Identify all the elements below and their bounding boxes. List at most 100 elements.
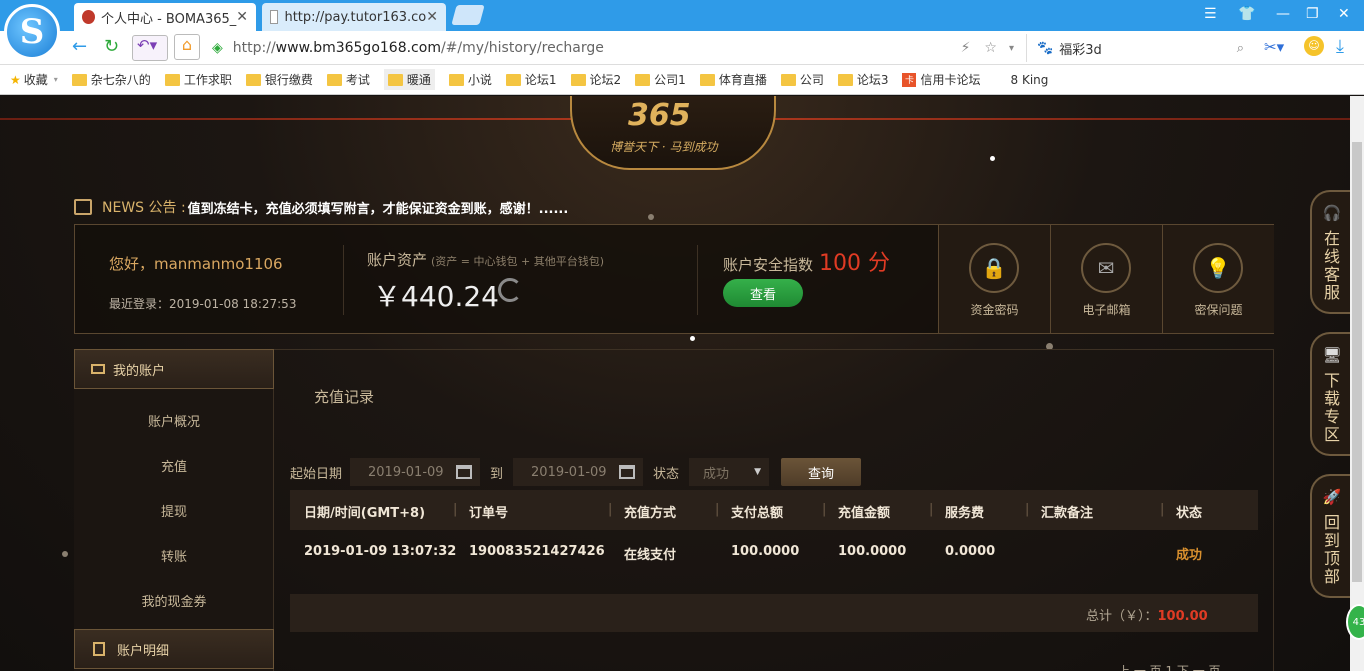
fund-password-link[interactable]: 🔒 资金密码 (938, 225, 1050, 333)
sparkle-decoration (990, 156, 995, 161)
bookmark-folder[interactable]: 公司 (780, 71, 824, 88)
bookmark-credit-card[interactable]: 卡信用卡论坛 (902, 71, 981, 88)
new-tab-button[interactable] (451, 5, 485, 25)
status-select[interactable]: 成功 ▼ (689, 458, 770, 486)
folder-icon (245, 73, 261, 86)
online-service-button[interactable]: 🎧 在线客服 (1310, 190, 1350, 314)
bookmark-folder[interactable]: 公司1 (635, 71, 686, 88)
bookmark-folder[interactable]: 考试 (326, 71, 370, 88)
baidu-paw-icon: 🐾 (1037, 40, 1054, 56)
folder-icon (448, 73, 464, 86)
folder-icon (635, 73, 651, 86)
home-icon[interactable]: ⌂ (174, 34, 200, 60)
total-label: 总计（￥）：100.00 (1086, 609, 1208, 624)
view-security-button[interactable]: 查看 (723, 279, 803, 307)
brand-logo: 365 (628, 98, 691, 133)
site-favicon-icon (82, 10, 95, 24)
bookmark-folder[interactable]: 银行缴费 (245, 71, 313, 88)
dropdown-icon[interactable]: ▾ (1009, 43, 1014, 54)
bookmark-folder[interactable]: 体育直播 (699, 71, 767, 88)
sidebar-header-account-details[interactable]: 账户明细 (74, 629, 274, 669)
start-date-input[interactable]: 2019-01-09 (350, 458, 481, 486)
security-question-link[interactable]: 💡 密保问题 (1162, 225, 1274, 333)
refresh-balance-icon[interactable] (498, 278, 522, 302)
mail-icon: ✉ (1081, 243, 1131, 293)
bookmark-folder[interactable]: 暖通 (383, 69, 435, 90)
email-link[interactable]: ✉ 电子邮箱 (1050, 225, 1162, 333)
column-separator: | (1025, 502, 1030, 517)
undo-icon[interactable]: ↶▾ (132, 35, 168, 61)
folder-icon (387, 73, 403, 86)
bookmark-folder[interactable]: 工作求职 (164, 71, 232, 88)
column-separator: | (822, 502, 827, 517)
query-button[interactable]: 查询 (781, 458, 862, 486)
pagination[interactable]: 上 一 页 1 下 一 页 (1118, 662, 1221, 671)
tab-personal-center[interactable]: 个人中心 - BOMA365_ ✕ (74, 3, 256, 31)
bookmark-folder[interactable]: 小说 (448, 71, 492, 88)
to-label: 到 (490, 466, 504, 482)
folder-icon (71, 73, 87, 86)
bookmark-favorites[interactable]: ★ 收藏 ▾ (10, 71, 58, 88)
bookmark-folder[interactable]: 论坛3 (837, 71, 888, 88)
chevron-down-icon: ▾ (53, 75, 58, 84)
back-to-top-button[interactable]: 🚀 回到顶部 (1310, 474, 1350, 598)
search-icon[interactable]: ⌕ (1237, 41, 1244, 56)
start-date-label: 起始日期 (290, 466, 343, 482)
download-zone-button[interactable]: 🖥 下载专区 (1310, 332, 1350, 456)
back-icon[interactable]: ← (72, 36, 87, 57)
bookmark-folder[interactable]: 杂七杂八的 (71, 71, 151, 88)
divider (343, 245, 344, 315)
star-icon[interactable]: ☆ (984, 40, 997, 56)
card-icon: 卡 (902, 72, 917, 87)
folder-icon (570, 73, 586, 86)
filter-bar: 起始日期 2019-01-09 到 2019-01-09 状态 成功 ▼ 查询 (290, 458, 862, 486)
last-login: 最近登录：2019-01-08 18:27:53 (109, 297, 297, 311)
cell-order-id: 190083521427426 (469, 544, 605, 559)
address-bar: ← ↻ ↶▾ ⌂ ◈ http:// www.bm365go168.com /#… (0, 31, 1364, 65)
bookmark-folder[interactable]: 论坛1 (505, 71, 557, 88)
bookmark-folder[interactable]: 论坛2 (570, 71, 621, 88)
security-question-label: 密保问题 (1194, 303, 1243, 317)
end-date-input[interactable]: 2019-01-09 (513, 458, 644, 486)
menu-icon[interactable]: ☰ (1204, 6, 1217, 22)
scissors-icon[interactable]: ✂▾ (1264, 38, 1284, 56)
bookmark-king[interactable]: 8 King (1011, 73, 1049, 87)
minimize-icon[interactable]: — (1276, 6, 1290, 22)
sidebar-item-transfer[interactable]: 转账 (74, 546, 274, 565)
url-prefix: http:// (232, 40, 276, 56)
search-input[interactable]: 🐾 福彩3d ⌕ (1026, 34, 1252, 62)
url-input[interactable]: ◈ http:// www.bm365go168.com /#/my/histo… (212, 34, 1022, 62)
lightbulb-icon: 💡 (1193, 243, 1243, 293)
skin-icon[interactable]: 👕 (1238, 6, 1255, 22)
maximize-icon[interactable]: ❐ (1306, 6, 1319, 22)
url-host: www.bm365go168.com (275, 40, 441, 56)
close-tab-icon[interactable]: ✕ (236, 9, 248, 25)
brand-emblem[interactable]: 365 博誉天下 · 马到成功 (570, 96, 776, 170)
column-header: 订单号 (469, 506, 509, 521)
sidebar-item-overview[interactable]: 账户概况 (74, 411, 274, 430)
browser-logo[interactable]: S (4, 4, 60, 60)
emoji-icon[interactable]: ☺ (1304, 36, 1324, 56)
download-icon[interactable]: ⤓ (1336, 36, 1344, 57)
sidebar-item-withdraw[interactable]: 提现 (74, 501, 274, 520)
close-window-icon[interactable]: ✕ (1338, 6, 1350, 22)
column-separator: | (608, 502, 613, 517)
account-summary: 您好，manmanmo1106 最近登录：2019-01-08 18:27:53… (74, 224, 1274, 334)
divider (697, 245, 698, 315)
tab-pay[interactable]: http://pay.tutor163.co ✕ (262, 3, 446, 31)
monitor-icon: 🖥 (1322, 346, 1342, 364)
sidebar-item-deposit[interactable]: 充值 (74, 456, 274, 475)
lightning-icon[interactable]: ⚡ (961, 40, 971, 56)
scrollbar-thumb[interactable] (1352, 142, 1362, 582)
back-to-top-label: 回到顶部 (1323, 513, 1340, 586)
news-label: NEWS 公告 : (102, 200, 186, 216)
news-icon (74, 199, 92, 215)
close-tab-icon[interactable]: ✕ (426, 9, 438, 25)
refresh-icon[interactable]: ↻ (104, 36, 119, 57)
sidebar-item-coupons[interactable]: 我的现金券 (74, 591, 274, 610)
star-icon: ★ (10, 72, 21, 87)
search-value: 福彩3d (1059, 42, 1102, 58)
sidebar-header-my-account[interactable]: 我的账户 (74, 349, 274, 389)
brand-motto: 博誉天下 · 马到成功 (610, 140, 718, 154)
wallet-icon (91, 364, 105, 374)
